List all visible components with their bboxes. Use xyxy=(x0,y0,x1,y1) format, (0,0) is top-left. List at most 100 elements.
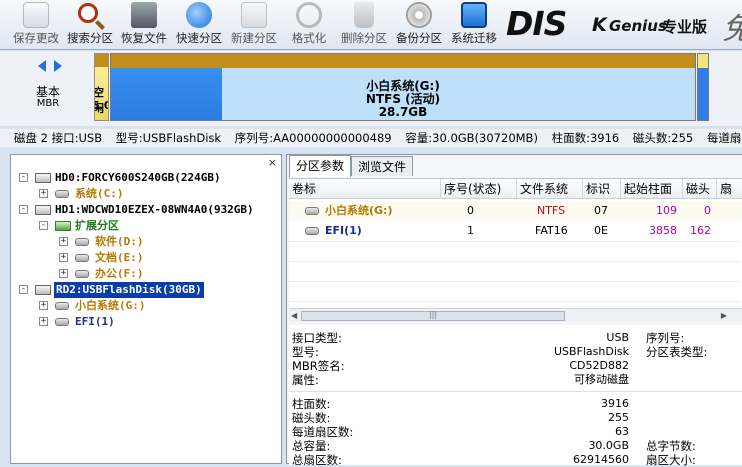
scroll-right-icon[interactable]: ▶ xyxy=(721,311,727,320)
hard-disk-icon xyxy=(35,205,51,215)
tree-item-label: HD0:FORCY600S240GB(224GB) xyxy=(55,171,221,184)
delete-partition-button[interactable]: 删除分区 xyxy=(338,0,390,48)
search-icon xyxy=(78,3,98,23)
tree-item-label: RD2:USBFlashDisk(30GB) xyxy=(54,282,204,298)
horizontal-scrollbar[interactable]: ◀ ||| ▶ xyxy=(289,308,742,322)
quick-partition-label: 快速分区 xyxy=(176,31,222,45)
col-start-cylinder[interactable]: 起始柱面 xyxy=(621,179,683,199)
new-partition-button[interactable]: 新建分区 xyxy=(228,0,280,48)
save-changes-label: 保存更改 xyxy=(13,31,59,45)
hard-disk-icon xyxy=(35,173,51,183)
table-row[interactable]: EFI(1) 1 FAT16 0E 3858 162 xyxy=(289,221,742,241)
details-divider xyxy=(289,391,742,392)
expand-icon[interactable]: + xyxy=(59,237,68,246)
interface-type-label: 接口类型: xyxy=(292,331,342,345)
cylinders-value: 3916 xyxy=(601,397,629,410)
heads-value: 255 xyxy=(608,411,629,424)
attribute-value: 可移动磁盘 xyxy=(574,373,629,386)
row-filesystem: FAT16 xyxy=(535,224,568,237)
partition-icon xyxy=(55,190,69,198)
free-space-block[interactable]: 空闲 5.0 xyxy=(94,53,109,121)
partition-table: 卷标 序号(状态) 文件系统 标识 起始柱面 磁头 扇 小白系统(G:) 0 N… xyxy=(289,178,742,308)
collapse-icon[interactable]: - xyxy=(19,173,28,182)
disk-partition-style: MBR xyxy=(36,98,60,109)
partition-block-text: 小白系统(G:) NTFS (活动) 28.7GB xyxy=(111,80,695,119)
mbr-signature-value: CD52D882 xyxy=(569,359,629,372)
tab-browse-files[interactable]: 浏览文件 xyxy=(351,156,414,176)
partition-detail-panel: 分区参数 浏览文件 卷标 序号(状态) 文件系统 标识 起始柱面 磁头 扇 小白… xyxy=(286,154,742,467)
search-partition-button[interactable]: 搜索分区 xyxy=(64,0,116,48)
total-sectors-value: 62914560 xyxy=(573,453,629,466)
restore-files-label: 恢复文件 xyxy=(121,31,167,45)
scroll-left-icon[interactable]: ◀ xyxy=(291,311,297,320)
restore-icon xyxy=(131,2,157,28)
row-head: 162 xyxy=(690,224,711,237)
col-volume-label[interactable]: 卷标 xyxy=(289,179,441,199)
collapse-icon[interactable]: - xyxy=(19,285,28,294)
expand-icon[interactable]: + xyxy=(39,301,48,310)
grid-line xyxy=(289,281,742,282)
row-filesystem: NTFS xyxy=(537,204,566,217)
scroll-grip-icon: ||| xyxy=(429,310,438,319)
search-partition-label: 搜索分区 xyxy=(67,31,113,45)
attribute-label: 属性: xyxy=(292,373,319,387)
row-start-cylinder: 109 xyxy=(656,204,677,217)
total-sectors-label: 总扇区数: xyxy=(292,453,342,467)
collapse-icon[interactable]: - xyxy=(39,221,48,230)
total-capacity-label: 总容量: xyxy=(292,439,331,453)
system-migrate-button[interactable]: 系统迁移 xyxy=(448,0,500,48)
tree-item-label: 小白系统(G:) xyxy=(75,299,146,312)
expand-icon[interactable]: + xyxy=(59,269,68,278)
disk-info-disk: 磁盘 2 接口:USB xyxy=(14,131,103,145)
disk-info-cylinders: 柱面数:3916 xyxy=(551,131,620,145)
disk-map: 基本 MBR 空闲 5.0 小白系统(G:) NTFS (活动) 28.7GB xyxy=(0,51,742,126)
row-index: 0 xyxy=(467,204,474,217)
expand-icon[interactable]: + xyxy=(39,317,48,326)
close-icon[interactable]: × xyxy=(268,156,277,169)
collapse-icon[interactable]: - xyxy=(19,205,28,214)
partition-block-efi[interactable] xyxy=(697,53,709,121)
partition-icon xyxy=(305,227,319,235)
mbr-signature-label: MBR签名: xyxy=(292,359,345,373)
extended-partition-icon xyxy=(55,221,71,231)
heads-label: 磁头数: xyxy=(292,411,331,425)
col-head[interactable]: 磁头 xyxy=(683,179,717,199)
disk-info-sectors: 每道扇区数: xyxy=(706,131,742,145)
table-row[interactable]: 小白系统(G:) 0 NTFS 07 109 0 xyxy=(289,201,742,221)
disk-details: 接口类型: USB 序列号: 型号: USBFlashDisk 分区表类型: M… xyxy=(289,325,742,467)
interface-type-value: USB xyxy=(606,331,629,344)
format-label: 格式化 xyxy=(291,31,327,45)
disk-nav: 基本 MBR xyxy=(4,51,92,126)
row-label: 小白系统(G:) xyxy=(325,204,393,217)
tab-partition-params[interactable]: 分区参数 xyxy=(289,155,352,177)
logo-deco-text: 免 xyxy=(722,4,742,47)
quick-partition-button[interactable]: 快速分区 xyxy=(173,0,225,48)
col-filesystem[interactable]: 文件系统 xyxy=(517,179,583,199)
disk-info-heads: 磁头数:255 xyxy=(632,131,694,145)
logo-dis-text: DIS xyxy=(506,4,567,43)
tree-item-label: EFI(1) xyxy=(75,315,115,328)
save-changes-button[interactable]: 保存更改 xyxy=(10,0,62,48)
total-bytes-label: 总字节数: xyxy=(646,439,696,453)
partition-icon xyxy=(55,318,69,326)
partition-block-g[interactable]: 小白系统(G:) NTFS (活动) 28.7GB xyxy=(110,53,696,121)
tree-item-label: 办公(F:) xyxy=(95,267,144,280)
cylinders-label: 柱面数: xyxy=(292,397,331,411)
expand-icon[interactable]: + xyxy=(59,253,68,262)
restore-files-button[interactable]: 恢复文件 xyxy=(118,0,170,48)
backup-partition-button[interactable]: 备份分区 xyxy=(393,0,445,48)
format-button[interactable]: 格式化 xyxy=(283,0,335,48)
prev-disk-icon[interactable] xyxy=(38,60,46,72)
sectors-per-track-label: 每道扇区数: xyxy=(292,425,354,439)
new-partition-label: 新建分区 xyxy=(231,31,277,45)
col-id[interactable]: 标识 xyxy=(583,179,621,199)
expand-icon[interactable]: + xyxy=(39,189,48,198)
col-sector[interactable]: 扇 xyxy=(717,179,742,199)
grid-line xyxy=(289,241,742,242)
model-value: USBFlashDisk xyxy=(553,345,629,358)
disk-tree-panel: × - HD0:FORCY600S240GB(224GB) + 系统(C:) -… xyxy=(10,154,282,464)
partition-icon xyxy=(75,254,89,262)
next-disk-icon[interactable] xyxy=(54,60,62,72)
col-index-status[interactable]: 序号(状态) xyxy=(441,179,517,199)
model-label: 型号: xyxy=(292,345,319,359)
